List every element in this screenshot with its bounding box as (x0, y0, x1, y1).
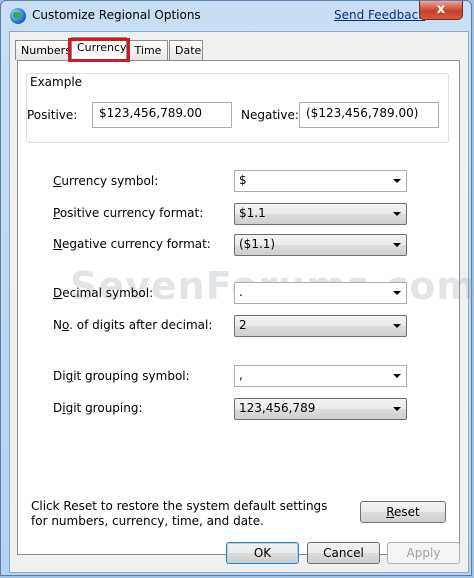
title-bar[interactable]: Customize Regional Options Send Feedback… (1, 1, 473, 31)
negative-format-label: Negative currency format: (53, 237, 211, 251)
positive-format-value: $1.1 (239, 206, 266, 220)
close-icon: x (436, 2, 446, 17)
currency-symbol-value: $ (239, 173, 247, 187)
positive-format-label: Positive currency format: (53, 206, 204, 220)
tab-numbers[interactable]: Numbers (15, 40, 71, 60)
window-title: Customize Regional Options (32, 8, 201, 22)
positive-label: Positive: (27, 108, 78, 122)
chevron-down-icon (393, 407, 401, 411)
chevron-down-icon (393, 212, 401, 216)
digit-grouping-symbol-value: , (239, 368, 243, 382)
currency-tab-panel (17, 60, 460, 555)
dialog-window: Customize Regional Options Send Feedback… (0, 0, 474, 576)
digit-grouping-dropdown[interactable]: 123,456,789 (234, 398, 407, 420)
digits-after-decimal-dropdown[interactable]: 2 (234, 315, 407, 337)
tab-time[interactable]: Time (128, 40, 168, 60)
globe-icon (10, 8, 26, 24)
tab-currency[interactable]: Currency (71, 37, 127, 61)
cancel-button[interactable]: Cancel (307, 542, 380, 564)
currency-symbol-combo[interactable]: $ (234, 170, 407, 192)
apply-button[interactable]: Apply (387, 542, 460, 564)
chevron-down-icon (393, 324, 401, 328)
decimal-symbol-label: Decimal symbol: (53, 286, 154, 300)
digits-after-decimal-label: No. of digits after decimal: (53, 318, 213, 332)
chevron-down-icon (393, 374, 401, 378)
reset-button[interactable]: Reset (360, 501, 446, 523)
positive-format-dropdown[interactable]: $1.1 (234, 203, 407, 225)
digit-grouping-label: Digit grouping: (53, 401, 143, 415)
chevron-down-icon (393, 243, 401, 247)
dialog-client-area: Numbers Currency Time Date Example Posit… (9, 31, 474, 573)
negative-format-value: ($1.1) (239, 237, 276, 251)
digit-grouping-symbol-label: Digit grouping symbol: (53, 369, 190, 383)
currency-symbol-label: Currency symbol: (53, 174, 159, 188)
example-group-title: Example (28, 75, 85, 89)
reset-description: Click Reset to restore the system defaul… (31, 499, 328, 528)
negative-label: Negative: (241, 108, 299, 122)
tab-date[interactable]: Date (169, 40, 203, 60)
ok-button[interactable]: OK (226, 542, 299, 564)
negative-format-dropdown[interactable]: ($1.1) (234, 234, 407, 256)
decimal-symbol-combo[interactable]: . (234, 282, 407, 304)
positive-example-field[interactable]: $123,456,789.00 (92, 102, 232, 128)
chevron-down-icon (393, 179, 401, 183)
close-button[interactable]: x (419, 1, 463, 20)
digit-grouping-value: 123,456,789 (239, 401, 316, 415)
negative-example-field[interactable]: ($123,456,789.00) (299, 102, 439, 128)
decimal-symbol-value: . (239, 285, 243, 299)
chevron-down-icon (393, 291, 401, 295)
digits-after-decimal-value: 2 (239, 318, 247, 332)
send-feedback-link[interactable]: Send Feedback (334, 8, 425, 22)
digit-grouping-symbol-combo[interactable]: , (234, 365, 407, 387)
